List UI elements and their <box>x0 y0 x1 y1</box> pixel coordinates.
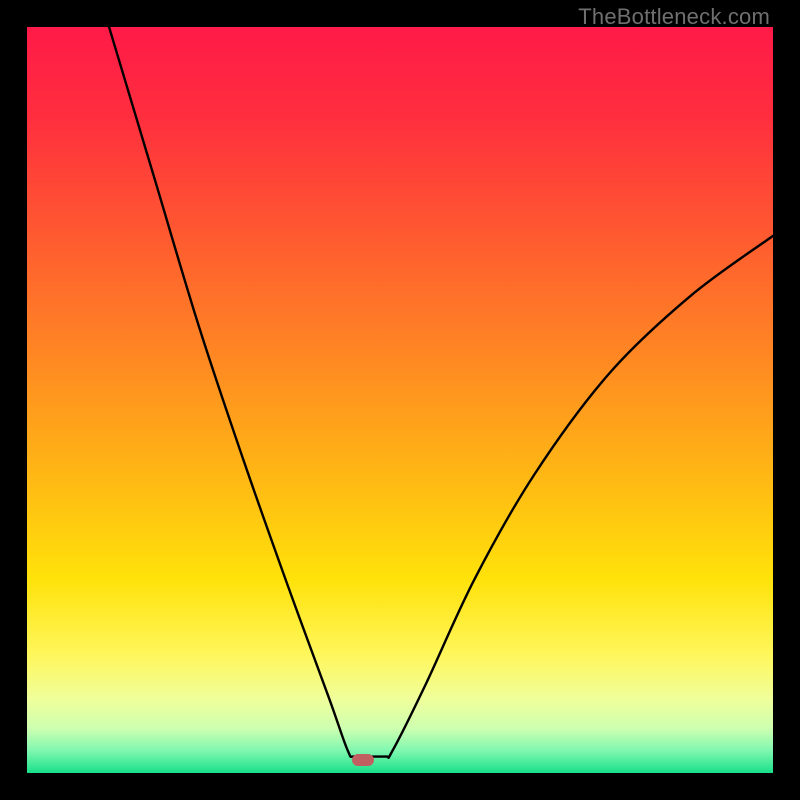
curve-layer <box>27 27 773 773</box>
watermark-text: TheBottleneck.com <box>578 4 770 30</box>
chart-frame: TheBottleneck.com <box>0 0 800 800</box>
trough-marker <box>352 754 374 766</box>
plot-area <box>27 27 773 773</box>
curve-path <box>109 27 773 758</box>
